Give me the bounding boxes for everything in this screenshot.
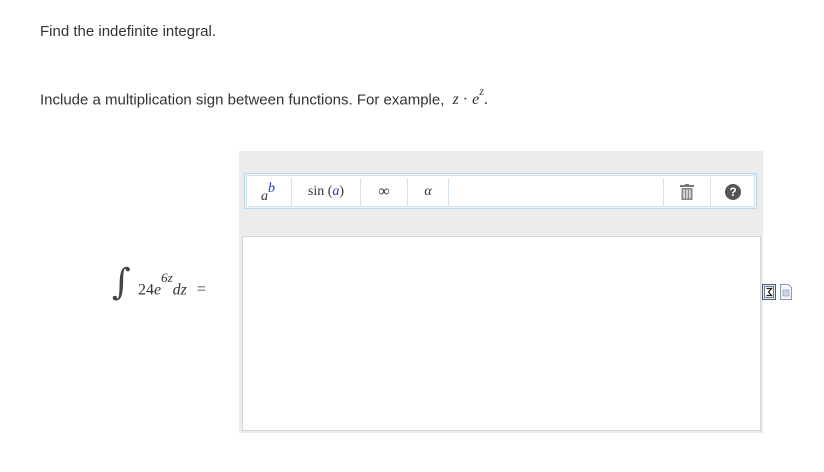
math-editor: a b sin (a) ∞ α ?: [239, 151, 763, 433]
trash-icon: [680, 184, 694, 200]
infinity-icon: ∞: [378, 183, 390, 200]
instruction-label: Include a multiplication sign between fu…: [40, 91, 445, 109]
math-symbol-icon[interactable]: [762, 284, 776, 300]
sine-button[interactable]: sin (a): [292, 178, 361, 206]
help-icon: ?: [725, 184, 741, 200]
editor-toolbar: a b sin (a) ∞ α ?: [244, 173, 757, 209]
alpha-button[interactable]: α: [408, 178, 449, 206]
coefficient: 24: [138, 281, 154, 299]
superscript-icon: a b: [261, 181, 275, 204]
integral-sign: ∫: [112, 262, 131, 303]
alpha-icon: α: [424, 184, 432, 199]
exponent: 6z: [161, 270, 173, 285]
infinity-button[interactable]: ∞: [361, 178, 408, 206]
clear-button[interactable]: [663, 178, 710, 206]
example-expression: z · ez.: [452, 84, 488, 109]
equals-sign: =: [196, 281, 206, 299]
instruction-text: Include a multiplication sign between fu…: [40, 84, 488, 109]
answer-input[interactable]: [242, 236, 761, 431]
differential: dz: [172, 281, 187, 299]
side-icons: [762, 284, 794, 300]
sine-function-icon: sin (a): [307, 184, 345, 199]
superscript-button[interactable]: a b: [247, 178, 292, 206]
question-prompt: Find the indefinite integral.: [40, 23, 216, 40]
integrand: 24e6zdz =: [138, 270, 206, 299]
document-icon[interactable]: [780, 284, 792, 300]
toolbar-inner: a b sin (a) ∞ α ?: [246, 175, 755, 207]
help-button[interactable]: ?: [710, 178, 755, 206]
